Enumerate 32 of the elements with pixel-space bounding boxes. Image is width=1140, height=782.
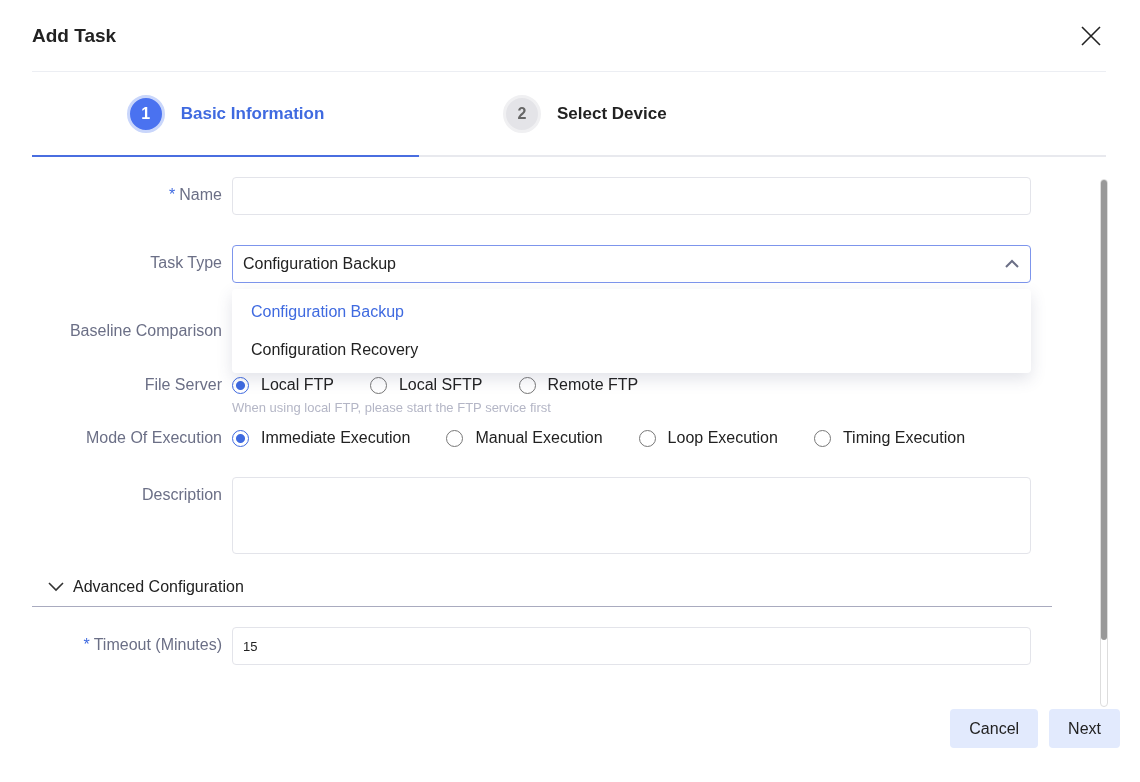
- step-tab[interactable]: 2 Select Device: [419, 72, 769, 157]
- field-label: Mode Of Execution: [85, 429, 222, 446]
- radio-option[interactable]: Remote FTP: [518, 376, 639, 394]
- hint-text: When using local FTP, please start the FTP service first: [232, 400, 552, 415]
- field-label: Baseline Comparison: [69, 322, 222, 339]
- caret-icon: [1004, 259, 1020, 269]
- chevron-icon: [48, 582, 64, 592]
- dropdown-option[interactable]: Configuration Backup: [232, 293, 1031, 331]
- dialog-button[interactable]: Cancel: [950, 709, 1039, 748]
- step-tab[interactable]: 1 Basic Information: [32, 72, 419, 157]
- radio-option[interactable]: Local SFTP: [369, 376, 483, 394]
- section-header[interactable]: Advanced Configuration: [32, 578, 1052, 607]
- timeout-field[interactable]: 15: [232, 627, 1031, 665]
- name-field[interactable]: [232, 177, 1031, 215]
- required-mark: *: [169, 186, 176, 203]
- dropdown-option[interactable]: Configuration Recovery: [232, 331, 1031, 369]
- radio-option[interactable]: Timing Execution: [813, 429, 966, 447]
- field-label: Task Type: [150, 254, 222, 271]
- dialog-button[interactable]: Next: [1049, 709, 1120, 748]
- task-type-select[interactable]: Configuration Backup: [232, 245, 1031, 283]
- radio-option[interactable]: Immediate Execution: [232, 429, 411, 447]
- radio-option[interactable]: Loop Execution: [638, 429, 778, 447]
- radio-option[interactable]: Local FTP: [232, 376, 334, 394]
- dialog-title: Add Task: [32, 24, 117, 47]
- field-label: Description: [141, 486, 222, 503]
- field-label: Name: [179, 186, 222, 203]
- radio-option[interactable]: Manual Execution: [446, 429, 603, 447]
- field-label: File Server: [144, 376, 222, 393]
- required-mark: *: [83, 636, 90, 653]
- field-label: Timeout (Minutes): [93, 636, 222, 653]
- close-icon[interactable]: [1081, 25, 1101, 46]
- description-field[interactable]: [232, 477, 1031, 554]
